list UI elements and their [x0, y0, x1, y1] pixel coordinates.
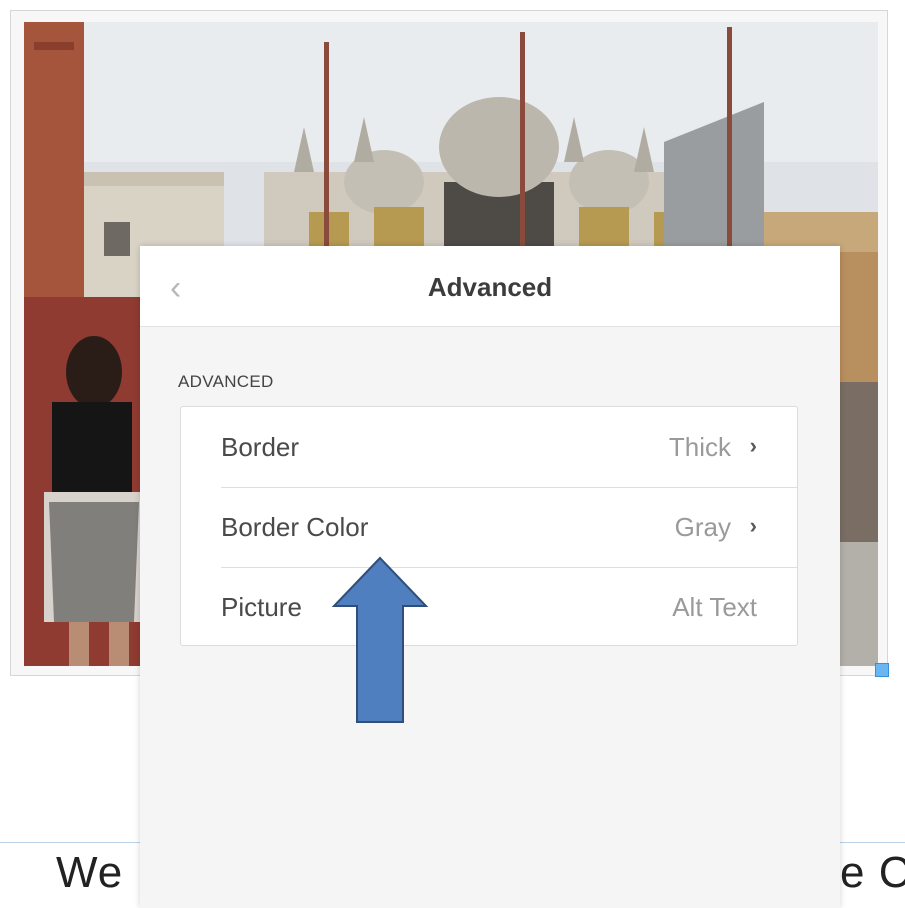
border-label: Border: [221, 432, 300, 462]
alt-text-value: Alt Text: [672, 592, 757, 622]
border-row[interactable]: Border Thick ›: [181, 407, 797, 487]
chevron-right-icon: ›: [749, 433, 757, 458]
panel-title: Advanced: [427, 272, 553, 302]
border-color-value: Gray: [674, 512, 731, 542]
settings-list: Border Thick › Border Color Gray › Pictu…: [180, 406, 798, 646]
section-label: ADVANCED: [178, 372, 274, 391]
chevron-right-icon: ›: [749, 513, 757, 538]
border-color-row[interactable]: Border Color Gray ›: [181, 487, 797, 567]
advanced-panel: ‹ Advanced ADVANCED Border Thick › Borde…: [140, 246, 840, 908]
border-value: Thick: [668, 432, 731, 462]
document-text-left: We: [56, 848, 124, 897]
document-text-right: e C: [840, 848, 905, 897]
panel-header: ‹ Advanced: [140, 246, 840, 327]
up-arrow-annotation: [331, 556, 429, 723]
resize-handle[interactable]: [875, 663, 889, 677]
picture-row[interactable]: Picture Alt Text: [181, 567, 797, 647]
picture-label: Picture: [221, 592, 302, 622]
border-color-label: Border Color: [221, 512, 369, 542]
